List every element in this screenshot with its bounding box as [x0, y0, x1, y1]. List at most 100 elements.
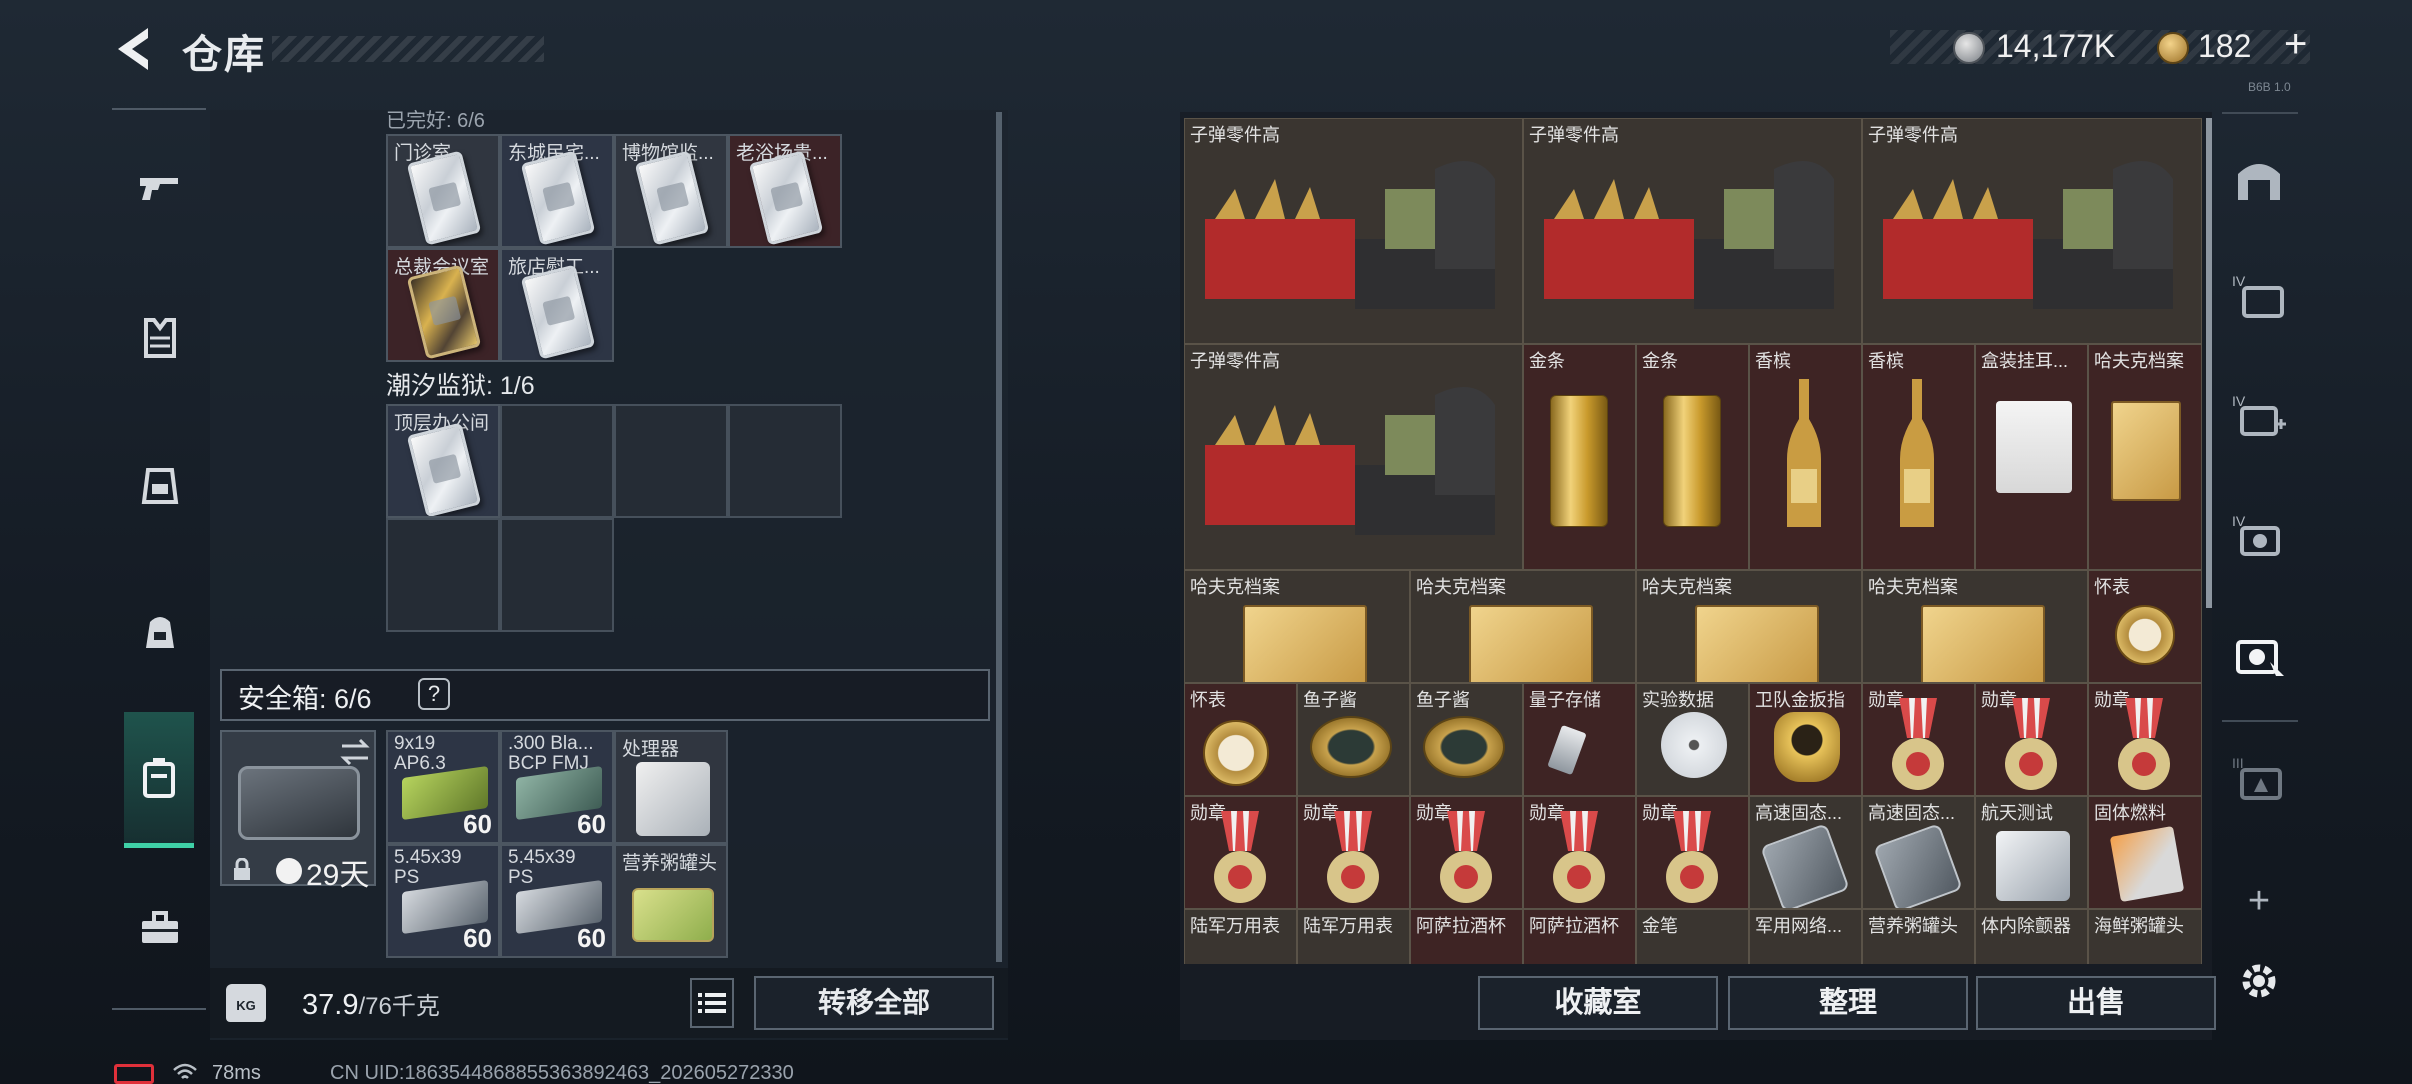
- keycard-icon: [406, 150, 482, 246]
- inventory-item[interactable]: 高速固态...: [1862, 796, 1975, 909]
- help-button[interactable]: ?: [418, 678, 450, 710]
- safe-box-slot[interactable]: 29天: [220, 730, 376, 892]
- key-item[interactable]: 顶层办公间: [386, 404, 500, 518]
- inventory-item[interactable]: 怀表: [1184, 683, 1297, 796]
- key-item[interactable]: 博物馆监...: [614, 134, 728, 248]
- add-icon[interactable]: +: [2228, 870, 2290, 932]
- tool-camera-iv[interactable]: IV: [2228, 504, 2290, 566]
- safe-item[interactable]: 5.45x39 PS 60: [500, 844, 614, 958]
- inventory-item[interactable]: 子弹零件高: [1862, 118, 2202, 344]
- empty-slot[interactable]: [500, 518, 614, 632]
- key-item[interactable]: 总裁会议室: [386, 248, 500, 362]
- inventory-item[interactable]: 高速固态...: [1749, 796, 1862, 909]
- item-quantity: 60: [577, 809, 606, 839]
- inventory-item[interactable]: 哈夫克档案: [1862, 570, 2088, 683]
- inventory-item[interactable]: 阿萨拉酒杯: [1523, 909, 1636, 964]
- tool-home[interactable]: [2228, 148, 2290, 210]
- item-name: 航天测试: [1981, 803, 2053, 823]
- inventory-item[interactable]: 鱼子酱: [1297, 683, 1410, 796]
- inventory-item[interactable]: 哈夫克档案: [1410, 570, 1636, 683]
- inventory-item[interactable]: 航天测试: [1975, 796, 2088, 909]
- inventory-item[interactable]: 金条: [1636, 344, 1749, 570]
- safe-item[interactable]: .300 Bla... BCP FMJ 60: [500, 730, 614, 844]
- sidebar-item-backpack[interactable]: [132, 604, 188, 660]
- inventory-item[interactable]: 子弹零件高: [1523, 118, 1862, 344]
- weight-current: 37.9: [302, 989, 359, 1021]
- safe-item[interactable]: 5.45x39 PS 60: [386, 844, 500, 958]
- inventory-item[interactable]: 鱼子酱: [1410, 683, 1523, 796]
- key-item[interactable]: 东城民宅...: [500, 134, 614, 248]
- empty-slot[interactable]: [500, 404, 614, 518]
- champagne-icon: [1787, 379, 1821, 527]
- empty-slot[interactable]: [614, 404, 728, 518]
- inventory-item[interactable]: 勋章: [1975, 683, 2088, 796]
- inventory-item[interactable]: 香槟: [1862, 344, 1975, 570]
- inventory-item[interactable]: 金条: [1523, 344, 1636, 570]
- safe-item[interactable]: 处理器: [614, 730, 728, 844]
- inventory-item[interactable]: 哈夫克档案: [1636, 570, 1862, 683]
- inventory-item[interactable]: 金笔: [1636, 909, 1749, 964]
- ammo-parts-case-icon: [1544, 161, 1834, 309]
- inventory-item[interactable]: 勋章: [1410, 796, 1523, 909]
- list-view-button[interactable]: [690, 978, 734, 1028]
- inventory-grid: 子弹零件高 子弹零件高 子弹零件高 子弹零件高 金条 金条 香槟 香槟 盒装挂耳…: [1184, 118, 2202, 964]
- empty-slot[interactable]: [386, 518, 500, 632]
- add-premium-button[interactable]: +: [2284, 22, 2307, 67]
- key-item[interactable]: 门诊室: [386, 134, 500, 248]
- inventory-item[interactable]: 香槟: [1749, 344, 1862, 570]
- tool-medkit[interactable]: IV: [2228, 384, 2290, 446]
- inventory-item[interactable]: 陆军万用表: [1297, 909, 1410, 964]
- item-name: 实验数据: [1642, 690, 1714, 710]
- swap-icon[interactable]: [338, 738, 372, 766]
- transfer-all-button[interactable]: 转移全部: [754, 976, 994, 1030]
- file-folder-icon: [1695, 605, 1819, 682]
- medal-icon: [1666, 811, 1718, 903]
- solid-fuel-icon: [2109, 825, 2185, 903]
- key-item[interactable]: 老浴场贵...: [728, 134, 842, 248]
- inventory-item[interactable]: 体内除颤器: [1975, 909, 2088, 964]
- sidebar-item-toolbox[interactable]: [132, 900, 188, 956]
- inventory-item[interactable]: 哈夫克档案: [2088, 344, 2202, 570]
- inventory-item[interactable]: 子弹零件高: [1184, 344, 1523, 570]
- sidebar-item-armor[interactable]: [132, 310, 188, 366]
- inventory-item[interactable]: 勋章: [2088, 683, 2202, 796]
- inventory-item[interactable]: 固体燃料: [2088, 796, 2202, 909]
- inventory-item[interactable]: 怀表: [2088, 570, 2202, 683]
- inventory-item[interactable]: 陆军万用表: [1184, 909, 1297, 964]
- sidebar-item-helmet[interactable]: [132, 456, 188, 512]
- sidebar-item-container[interactable]: [124, 712, 194, 848]
- inventory-scrollbar[interactable]: [2206, 118, 2212, 608]
- inventory-item[interactable]: 实验数据: [1636, 683, 1749, 796]
- settings-button[interactable]: [2228, 950, 2290, 1012]
- inventory-item[interactable]: 勋章: [1862, 683, 1975, 796]
- stash-scrollbar[interactable]: [996, 112, 1002, 962]
- inventory-item[interactable]: 海鲜粥罐头: [2088, 909, 2202, 964]
- inventory-item[interactable]: 阿萨拉酒杯: [1410, 909, 1523, 964]
- inventory-item[interactable]: 卫队金扳指: [1749, 683, 1862, 796]
- key-item[interactable]: 旅店慰工...: [500, 248, 614, 362]
- sell-button[interactable]: 出售: [1976, 976, 2216, 1030]
- sort-button[interactable]: 整理: [1728, 976, 1968, 1030]
- ammo-parts-case-icon: [1883, 161, 2173, 309]
- inventory-item[interactable]: 量子存储: [1523, 683, 1636, 796]
- empty-slot[interactable]: [728, 404, 842, 518]
- inventory-item[interactable]: 勋章: [1523, 796, 1636, 909]
- inventory-item[interactable]: 子弹零件高: [1184, 118, 1523, 344]
- inventory-item[interactable]: 勋章: [1636, 796, 1749, 909]
- back-arrow-icon[interactable]: [112, 24, 156, 74]
- tool-case-iii[interactable]: III: [2228, 746, 2290, 808]
- inventory-item[interactable]: 勋章: [1297, 796, 1410, 909]
- safe-item[interactable]: 营养粥罐头: [614, 844, 728, 958]
- inventory-item[interactable]: 勋章: [1184, 796, 1297, 909]
- sidebar-item-weapons[interactable]: [132, 160, 188, 216]
- inventory-item[interactable]: 哈夫克档案: [1184, 570, 1410, 683]
- safe-item[interactable]: 9x19 AP6.3 60: [386, 730, 500, 844]
- tool-camera-select[interactable]: [2228, 626, 2290, 688]
- collection-room-button[interactable]: 收藏室: [1478, 976, 1718, 1030]
- item-name: 海鲜粥罐头: [2094, 916, 2184, 936]
- inventory-item[interactable]: 营养粥罐头: [1862, 909, 1975, 964]
- inventory-item[interactable]: 盒装挂耳...: [1975, 344, 2088, 570]
- medal-icon: [1327, 811, 1379, 903]
- inventory-item[interactable]: 军用网络...: [1749, 909, 1862, 964]
- tool-case-iv[interactable]: IV: [2228, 264, 2290, 326]
